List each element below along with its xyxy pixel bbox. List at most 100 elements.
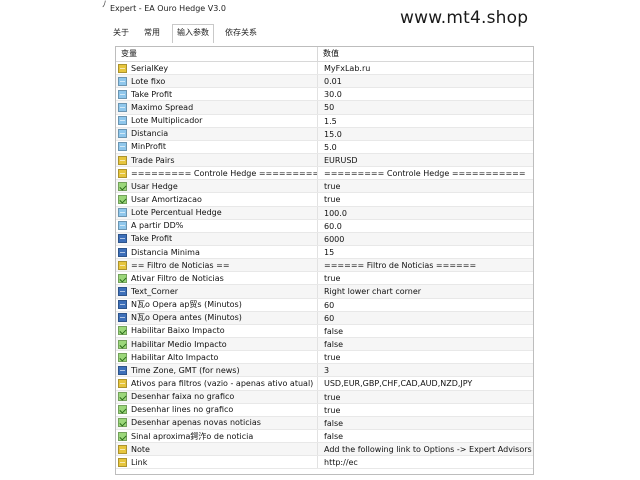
- table-row[interactable]: Lote fixo 0.01: [116, 75, 533, 89]
- double-param-icon: [118, 208, 127, 218]
- table-row[interactable]: Take Profit 6000: [116, 232, 533, 246]
- param-value-cell[interactable]: 1.5: [318, 115, 533, 127]
- param-name: Habilitar Medio Impacto: [131, 339, 227, 349]
- table-row[interactable]: N瓦o Opera antes (Minutos) 60: [116, 311, 533, 325]
- string-param-icon: [118, 63, 127, 73]
- table-body: SerialKey MyFxLab.ru Lote fixo 0.01 Take Pro…: [116, 62, 533, 470]
- param-name: A partir DD%: [131, 221, 184, 231]
- bool-param-icon: [118, 352, 127, 362]
- bool-param-icon: [118, 418, 127, 428]
- param-name-cell: ========= Controle Hedge ===========: [116, 167, 318, 180]
- table-row[interactable]: Lote Multiplicador 1.5: [116, 114, 533, 128]
- table-row[interactable]: Text_Corner Right lower chart corner: [116, 285, 533, 299]
- param-name: Usar Hedge: [131, 181, 178, 191]
- corner-mark-icon: ﾉ: [102, 0, 107, 10]
- table-row[interactable]: Distancia Minima 15: [116, 245, 533, 260]
- tab-dependencies[interactable]: 依存关系: [222, 25, 261, 42]
- tab-inputs[interactable]: 输入参数: [172, 24, 214, 43]
- window-title: ﾉ Expert - EA Ouro Hedge V3.0: [102, 0, 226, 16]
- table-row[interactable]: Usar Hedge true: [116, 180, 533, 194]
- param-name-cell: N瓦o Opera ap贸s (Minutos): [116, 298, 318, 311]
- tab-about[interactable]: 关于: [110, 25, 133, 42]
- param-name: Trade Pairs: [131, 155, 175, 165]
- param-name-cell: == Filtro de Noticias ==: [116, 259, 318, 272]
- table-row[interactable]: SerialKey MyFxLab.ru: [116, 62, 533, 76]
- table-row[interactable]: Desenhar faixa no grafico true: [116, 390, 533, 404]
- param-value-cell[interactable]: MyFxLab.ru: [318, 62, 533, 74]
- param-value-cell[interactable]: 15.0: [318, 128, 533, 140]
- param-value-cell[interactable]: true: [318, 404, 533, 416]
- param-value-cell[interactable]: 30.0: [318, 88, 533, 100]
- table-row[interactable]: Ativos para filtros (vazio - apenas ativ…: [116, 377, 533, 391]
- double-param-icon: [118, 221, 127, 231]
- table-row[interactable]: Desenhar apenas novas noticias false: [116, 416, 533, 430]
- table-row[interactable]: Link http://ec: [116, 456, 533, 470]
- double-param-icon: [118, 89, 127, 99]
- param-value-cell[interactable]: 0.01: [318, 75, 533, 87]
- table-row[interactable]: A partir DD% 60.0: [116, 219, 533, 233]
- table-row[interactable]: Usar Amortizacao true: [116, 193, 533, 207]
- param-name-cell: Desenhar lines no grafico: [116, 403, 318, 416]
- table-row[interactable]: Take Profit 30.0: [116, 88, 533, 102]
- column-header-value[interactable]: 数值: [318, 47, 533, 61]
- param-value-cell[interactable]: Right lower chart corner: [318, 285, 533, 297]
- tab-common[interactable]: 常用: [141, 25, 164, 42]
- table-row[interactable]: Desenhar lines no grafico true: [116, 403, 533, 417]
- string-param-icon: [118, 457, 127, 467]
- param-value-cell[interactable]: ========= Controle Hedge ===========: [318, 167, 533, 179]
- table-row[interactable]: Time Zone, GMT (for news) 3: [116, 364, 533, 378]
- param-value-cell[interactable]: 50: [318, 101, 533, 113]
- param-name: Desenhar faixa no grafico: [131, 392, 235, 402]
- param-value-cell[interactable]: Add the following link to Options -> Exp…: [318, 443, 533, 455]
- table-row[interactable]: Sinal aproxima鍔泎o de noticia false: [116, 429, 533, 444]
- table-row[interactable]: Trade Pairs EURUSD: [116, 153, 533, 168]
- param-value-cell[interactable]: true: [318, 193, 533, 205]
- table-row[interactable]: N瓦o Opera ap贸s (Minutos) 60: [116, 298, 533, 312]
- string-param-icon: [118, 155, 127, 165]
- table-row[interactable]: Habilitar Alto Impacto true: [116, 351, 533, 365]
- param-name-cell: Take Profit: [116, 88, 318, 101]
- table-row[interactable]: Note Add the following link to Options ->…: [116, 443, 533, 457]
- param-name-cell: Maximo Spread: [116, 101, 318, 114]
- table-row[interactable]: Habilitar Baixo Impacto false: [116, 324, 533, 338]
- param-value-cell[interactable]: 3: [318, 364, 533, 376]
- table-row[interactable]: Distancia 15.0: [116, 127, 533, 141]
- table-row[interactable]: ========= Controle Hedge =========== ====…: [116, 167, 533, 181]
- table-row[interactable]: Ativar Filtro de Noticias true: [116, 272, 533, 286]
- param-value-cell[interactable]: true: [318, 272, 533, 284]
- param-name: Take Profit: [131, 89, 173, 99]
- param-value-cell[interactable]: 60.0: [318, 220, 533, 232]
- param-value-cell[interactable]: USD,EUR,GBP,CHF,CAD,AUD,NZD,JPY: [318, 377, 533, 389]
- table-row[interactable]: Maximo Spread 50: [116, 101, 533, 115]
- param-value-cell[interactable]: 60: [318, 312, 533, 324]
- param-value-cell[interactable]: true: [318, 351, 533, 363]
- param-value-cell[interactable]: 15: [318, 246, 533, 258]
- param-name-cell: A partir DD%: [116, 219, 318, 232]
- column-header-variable[interactable]: 变量: [116, 47, 318, 61]
- param-value-cell[interactable]: ====== Filtro de Noticias ======: [318, 259, 533, 271]
- param-name-cell: N瓦o Opera antes (Minutos): [116, 311, 318, 324]
- param-value-cell[interactable]: 100.0: [318, 207, 533, 219]
- param-value-cell[interactable]: true: [318, 391, 533, 403]
- param-value-cell[interactable]: 5.0: [318, 141, 533, 153]
- param-value-cell[interactable]: 6000: [318, 233, 533, 245]
- param-value-cell[interactable]: false: [318, 417, 533, 429]
- param-value-cell[interactable]: EURUSD: [318, 154, 533, 166]
- param-value-cell[interactable]: true: [318, 180, 533, 192]
- param-value-cell[interactable]: 60: [318, 299, 533, 311]
- param-value-cell[interactable]: false: [318, 430, 533, 442]
- table-row[interactable]: Lote Percentual Hedge 100.0: [116, 206, 533, 220]
- table-row[interactable]: MinProfit 5.0: [116, 140, 533, 154]
- param-name-cell: Distancia: [116, 127, 318, 140]
- param-name-cell: Habilitar Baixo Impacto: [116, 324, 318, 337]
- param-value-cell[interactable]: http://ec: [318, 456, 533, 468]
- param-name: Lote Multiplicador: [131, 116, 203, 126]
- bool-param-icon: [118, 326, 127, 336]
- double-param-icon: [118, 116, 127, 126]
- bool-param-icon: [118, 431, 127, 441]
- param-value-cell[interactable]: false: [318, 325, 533, 337]
- param-value-cell[interactable]: false: [318, 338, 533, 350]
- table-row[interactable]: == Filtro de Noticias == ====== Filtro de…: [116, 259, 533, 273]
- table-row[interactable]: Habilitar Medio Impacto false: [116, 337, 533, 352]
- int-param-icon: [118, 365, 127, 375]
